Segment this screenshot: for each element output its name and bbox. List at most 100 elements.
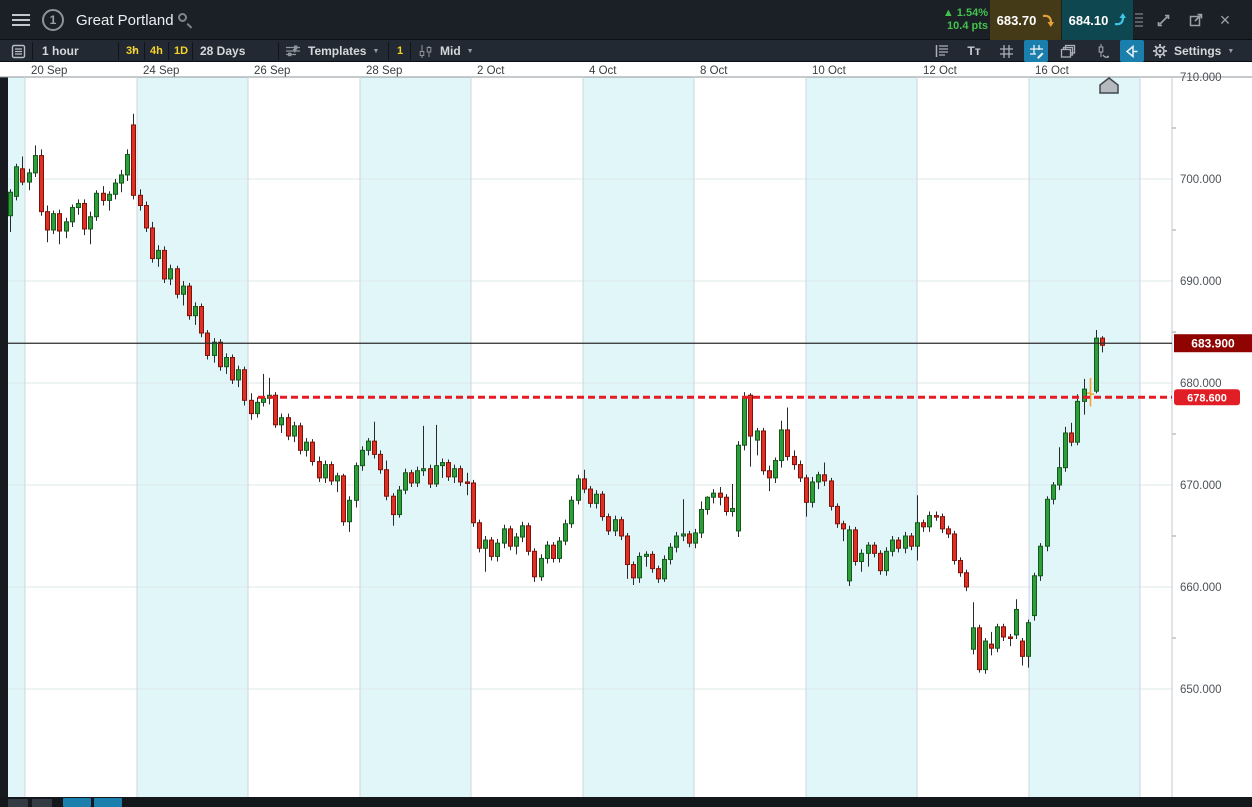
window-number-icon: 1 xyxy=(42,9,64,31)
close-icon[interactable]: × xyxy=(1212,0,1238,40)
candle-type-icon[interactable] xyxy=(418,40,434,62)
interval-dropdown[interactable]: 1 hour ▼ xyxy=(42,40,138,62)
chart-count-badge[interactable]: 1 xyxy=(397,40,403,62)
x-axis-label: 28 Sep xyxy=(366,65,402,77)
panel-drag-handle[interactable] xyxy=(1134,0,1144,40)
bottom-tool-icon[interactable] xyxy=(32,799,52,807)
candle xyxy=(582,478,587,490)
candle xyxy=(1038,545,1043,577)
candle xyxy=(816,474,821,483)
candle xyxy=(415,470,420,484)
buy-price: 684.10 xyxy=(1068,12,1109,28)
price-type-dropdown[interactable]: Mid ▼ xyxy=(440,40,474,62)
candle xyxy=(440,462,445,467)
candle xyxy=(884,550,889,572)
candle xyxy=(668,546,673,560)
candle xyxy=(45,211,50,231)
candle xyxy=(101,192,106,201)
drawing-tools-icon[interactable] xyxy=(1024,40,1048,62)
candle xyxy=(20,168,25,183)
chart-toolbar: 1 hour▼ 3h 4h 1D 28 Days▼ Templates▼ 1 M… xyxy=(0,40,1252,62)
y-axis-label: 650.000 xyxy=(1180,684,1222,696)
candle xyxy=(779,429,784,462)
candle xyxy=(162,249,167,280)
price-chart[interactable]: 710.000 700.000 690.000 680.000 670.000 660.0… xyxy=(0,62,1252,797)
bottom-active-button[interactable] xyxy=(94,798,122,807)
candle xyxy=(631,564,636,579)
candle xyxy=(175,268,180,295)
candle xyxy=(261,397,266,403)
candle xyxy=(150,227,155,260)
svg-text:683.900: 683.900 xyxy=(1191,337,1235,351)
x-axis-label: 10 Oct xyxy=(812,65,847,77)
popout-icon[interactable] xyxy=(1182,0,1208,40)
candle xyxy=(113,182,118,195)
templates-dropdown[interactable]: Templates ▼ xyxy=(308,40,379,62)
candle xyxy=(205,332,210,356)
candle xyxy=(372,440,377,455)
candle xyxy=(859,552,864,562)
candle xyxy=(1082,388,1087,402)
candle xyxy=(51,213,56,231)
candle xyxy=(1020,640,1025,657)
candle xyxy=(292,425,297,437)
candle xyxy=(144,205,149,229)
buy-arrow-up-icon xyxy=(1115,13,1127,26)
range-dropdown[interactable]: 28 Days▼ xyxy=(200,40,298,62)
candle xyxy=(1051,484,1056,500)
interval-4h-button[interactable]: 4h xyxy=(150,40,163,62)
indicator-sliders-icon[interactable] xyxy=(285,40,301,62)
candle xyxy=(119,174,124,184)
interval-3h-button[interactable]: 3h xyxy=(126,40,139,62)
menu-icon[interactable] xyxy=(8,0,34,40)
candle xyxy=(329,464,334,482)
candle xyxy=(576,478,581,501)
candle xyxy=(88,216,93,230)
candle xyxy=(1063,432,1068,469)
candle xyxy=(403,472,408,491)
chart-properties-icon[interactable] xyxy=(6,40,30,62)
price-marker-icon[interactable] xyxy=(1090,40,1114,62)
candle xyxy=(903,535,908,549)
candle xyxy=(249,399,254,415)
x-axis-label: 20 Sep xyxy=(31,65,67,77)
interval-1d-button[interactable]: 1D xyxy=(174,40,188,62)
candle xyxy=(94,192,99,218)
candle xyxy=(711,492,716,498)
x-axis-label: 12 Oct xyxy=(923,65,958,77)
bottom-tool-icon[interactable] xyxy=(8,799,28,807)
quote-panel-icon[interactable] xyxy=(930,40,954,62)
candle xyxy=(644,553,649,557)
candle xyxy=(1057,467,1062,486)
candle xyxy=(742,396,747,446)
candle xyxy=(193,306,198,317)
candle xyxy=(952,533,957,561)
candle xyxy=(76,202,81,209)
candle xyxy=(483,539,488,549)
maximize-icon[interactable] xyxy=(1150,0,1176,40)
search-icon[interactable] xyxy=(178,13,193,29)
settings-gear-icon[interactable] xyxy=(1152,40,1168,62)
bottom-active-button[interactable] xyxy=(63,798,91,807)
candle xyxy=(835,505,840,525)
text-annotation-icon[interactable]: Tт xyxy=(962,40,986,62)
settings-dropdown[interactable]: Settings ▼ xyxy=(1174,40,1234,62)
candle xyxy=(872,544,877,554)
candle xyxy=(878,552,883,572)
candle xyxy=(520,525,525,538)
cascade-windows-icon[interactable] xyxy=(1056,40,1080,62)
candle xyxy=(495,542,500,557)
candle xyxy=(946,528,951,535)
candle xyxy=(39,155,44,213)
candle xyxy=(927,515,932,528)
candle xyxy=(810,481,815,503)
y-axis-label: 690.000 xyxy=(1180,276,1222,288)
candle xyxy=(70,207,75,223)
candle xyxy=(1100,337,1105,346)
collapse-panel-icon[interactable] xyxy=(1120,40,1144,62)
buy-button[interactable]: 684.10 xyxy=(1062,0,1133,40)
candle xyxy=(785,429,790,457)
sell-button[interactable]: 683.70 xyxy=(990,0,1061,40)
gridlines-icon[interactable] xyxy=(994,40,1018,62)
price-change: ▲ 1.54% 10.4 pts xyxy=(930,0,988,40)
